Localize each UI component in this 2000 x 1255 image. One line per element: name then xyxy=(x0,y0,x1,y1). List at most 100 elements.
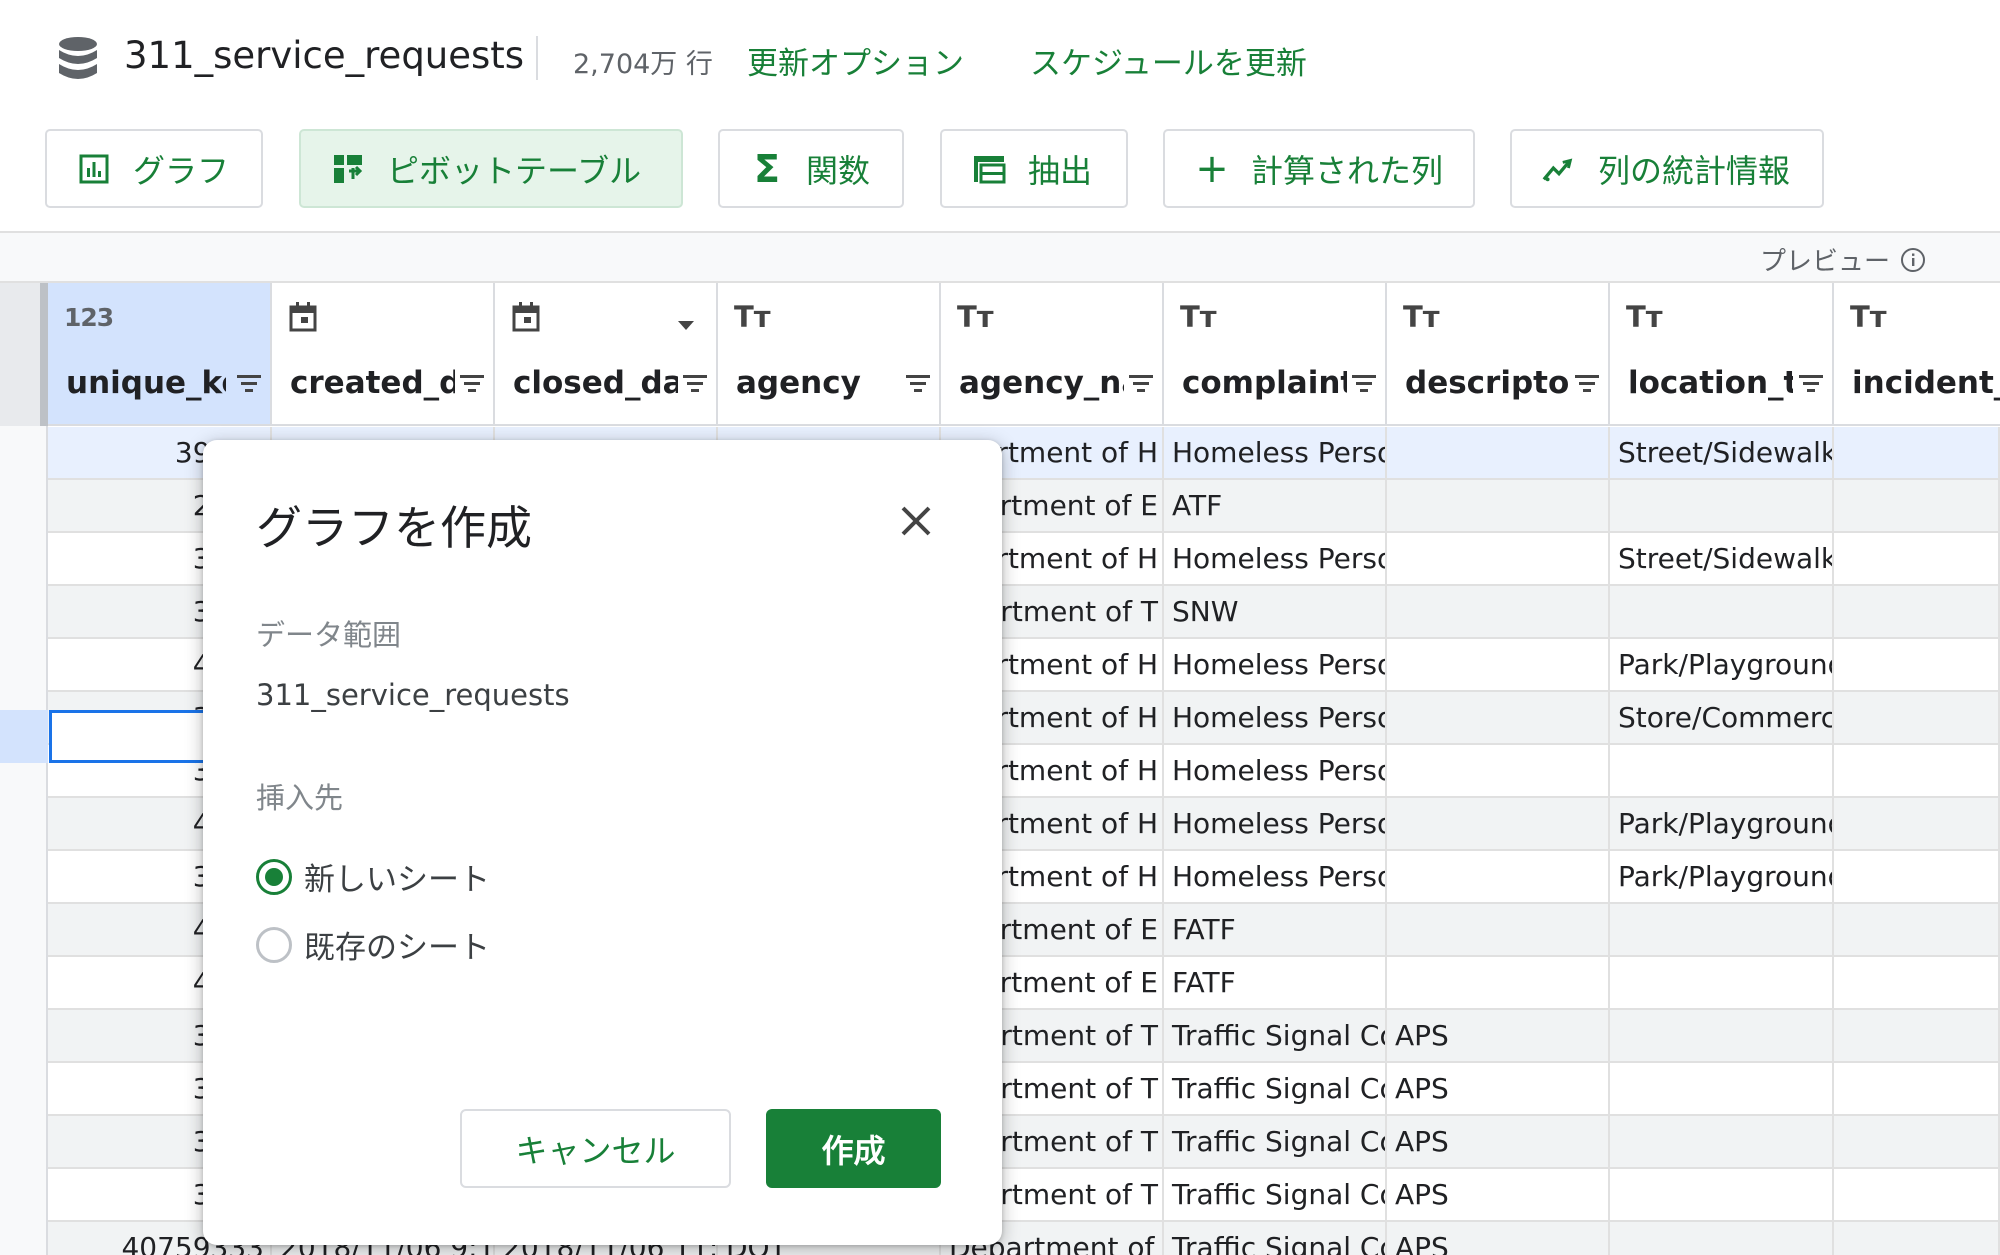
table-cell[interactable] xyxy=(1834,586,2000,637)
table-cell[interactable]: Store/Commercial xyxy=(1610,692,1834,743)
table-cell[interactable]: Traffic Signal Co xyxy=(1164,1063,1387,1114)
table-cell[interactable] xyxy=(1387,533,1610,584)
table-cell[interactable] xyxy=(1387,427,1610,478)
radio-selected-icon[interactable] xyxy=(256,858,292,895)
table-cell[interactable] xyxy=(1834,1222,2000,1255)
table-cell[interactable]: Homeless Person Assistance xyxy=(1164,798,1387,849)
table-cell[interactable] xyxy=(1834,427,2000,478)
table-cell[interactable]: APS xyxy=(1387,1116,1610,1167)
column-header-complaint[interactable]: Tт complaint_ xyxy=(1164,283,1387,426)
table-cell[interactable] xyxy=(1387,904,1610,955)
table-cell[interactable]: APS xyxy=(1387,1169,1610,1220)
table-cell[interactable] xyxy=(1834,1169,2000,1220)
table-cell[interactable]: APS xyxy=(1387,1063,1610,1114)
filter-icon[interactable] xyxy=(236,373,262,395)
table-cell[interactable] xyxy=(1834,904,2000,955)
table-cell[interactable] xyxy=(1834,480,2000,531)
table-cell[interactable]: Traffic Signal Co xyxy=(1164,1169,1387,1220)
table-cell[interactable] xyxy=(1610,586,1834,637)
table-cell[interactable] xyxy=(1834,533,2000,584)
column-header-unique-key[interactable]: 123 unique_ke xyxy=(48,283,272,426)
table-cell[interactable] xyxy=(1610,1169,1834,1220)
table-cell[interactable] xyxy=(1834,957,2000,1008)
pivot-table-button[interactable]: ピボットテーブル xyxy=(299,129,683,208)
column-header-created-date[interactable]: created_d xyxy=(272,283,495,426)
table-cell[interactable]: FATF xyxy=(1164,904,1387,955)
table-cell[interactable] xyxy=(1387,639,1610,690)
table-cell[interactable] xyxy=(1387,745,1610,796)
info-icon[interactable] xyxy=(1900,247,1926,273)
cancel-button[interactable]: キャンセル xyxy=(460,1109,731,1188)
column-header-incident-zip[interactable]: Tт incident_z xyxy=(1834,283,2000,426)
table-cell[interactable]: Street/Sidewalk xyxy=(1610,427,1834,478)
radio-unselected-icon[interactable] xyxy=(256,926,292,963)
filter-icon[interactable] xyxy=(1351,373,1377,395)
close-icon[interactable] xyxy=(895,500,937,542)
table-cell[interactable]: Traffic Signal Co xyxy=(1164,1010,1387,1061)
table-cell[interactable]: Homeless Person Assistance xyxy=(1164,639,1387,690)
filter-icon[interactable] xyxy=(905,373,931,395)
radio-existing-sheet[interactable]: 既存のシート xyxy=(256,922,490,967)
table-cell[interactable]: Traffic Signal Co xyxy=(1164,1116,1387,1167)
table-cell[interactable] xyxy=(1834,851,2000,902)
table-cell[interactable]: Homeless Person Assistance xyxy=(1164,427,1387,478)
radio-new-sheet[interactable]: 新しいシート xyxy=(256,854,490,899)
table-cell[interactable]: Park/Playground xyxy=(1610,851,1834,902)
table-cell[interactable]: Homeless Person Assistance xyxy=(1164,745,1387,796)
table-cell[interactable] xyxy=(1610,1010,1834,1061)
filter-icon[interactable] xyxy=(1798,373,1824,395)
column-header-descriptor[interactable]: Tт descriptor xyxy=(1387,283,1610,426)
table-cell[interactable] xyxy=(1834,639,2000,690)
filter-icon[interactable] xyxy=(459,373,485,395)
sort-caret-icon[interactable] xyxy=(678,321,694,330)
table-cell[interactable] xyxy=(1834,692,2000,743)
table-cell[interactable] xyxy=(1834,745,2000,796)
table-cell[interactable]: Street/Sidewalk xyxy=(1610,533,1834,584)
table-cell[interactable]: Traffic Signal Co xyxy=(1164,1222,1387,1255)
refresh-options-link[interactable]: 更新オプション xyxy=(747,38,964,83)
table-cell[interactable] xyxy=(1387,480,1610,531)
table-cell[interactable]: SNW xyxy=(1164,586,1387,637)
row-header-selected[interactable] xyxy=(0,710,48,763)
create-button[interactable]: 作成 xyxy=(766,1109,941,1188)
column-header-agency[interactable]: Tт agency xyxy=(718,283,941,426)
table-cell[interactable]: Homeless Person Assistance xyxy=(1164,692,1387,743)
table-cell[interactable] xyxy=(1610,1222,1834,1255)
table-cell[interactable] xyxy=(1834,798,2000,849)
table-cell[interactable] xyxy=(1610,1063,1834,1114)
filter-icon[interactable] xyxy=(1574,373,1600,395)
table-cell[interactable] xyxy=(1610,480,1834,531)
filter-icon[interactable] xyxy=(682,373,708,395)
table-cell[interactable]: Homeless Person Assistance xyxy=(1164,533,1387,584)
corner-cell[interactable] xyxy=(0,283,48,426)
chart-button[interactable]: グラフ xyxy=(45,129,263,208)
table-cell[interactable] xyxy=(1610,745,1834,796)
table-cell[interactable]: Park/Playground xyxy=(1610,798,1834,849)
table-cell[interactable]: ATF xyxy=(1164,480,1387,531)
extract-button[interactable]: 抽出 xyxy=(940,129,1128,208)
table-cell[interactable] xyxy=(1387,957,1610,1008)
table-cell[interactable]: Park/Playground xyxy=(1610,639,1834,690)
table-cell[interactable]: APS xyxy=(1387,1222,1610,1255)
table-cell[interactable] xyxy=(1387,851,1610,902)
filter-icon[interactable] xyxy=(1128,373,1154,395)
table-cell[interactable] xyxy=(1834,1010,2000,1061)
table-cell[interactable]: Homeless Person Assistance xyxy=(1164,851,1387,902)
table-cell[interactable] xyxy=(1387,692,1610,743)
table-cell[interactable] xyxy=(1610,957,1834,1008)
table-cell[interactable] xyxy=(1610,1116,1834,1167)
table-cell[interactable] xyxy=(1387,586,1610,637)
table-cell[interactable]: FATF xyxy=(1164,957,1387,1008)
column-header-closed-date[interactable]: closed_da xyxy=(495,283,718,426)
column-header-agency-name[interactable]: Tт agency_na xyxy=(941,283,1164,426)
table-cell[interactable] xyxy=(1834,1063,2000,1114)
column-stats-button[interactable]: 列の統計情報 xyxy=(1510,129,1824,208)
calculated-column-button[interactable]: + 計算された列 xyxy=(1163,129,1475,208)
schedule-refresh-link[interactable]: スケジュールを更新 xyxy=(1030,38,1307,83)
table-cell[interactable] xyxy=(1387,798,1610,849)
table-cell[interactable]: APS xyxy=(1387,1010,1610,1061)
column-header-location-type[interactable]: Tт location_ty xyxy=(1610,283,1834,426)
table-cell[interactable] xyxy=(1610,904,1834,955)
table-cell[interactable] xyxy=(1834,1116,2000,1167)
function-button[interactable]: Σ 関数 xyxy=(718,129,904,208)
